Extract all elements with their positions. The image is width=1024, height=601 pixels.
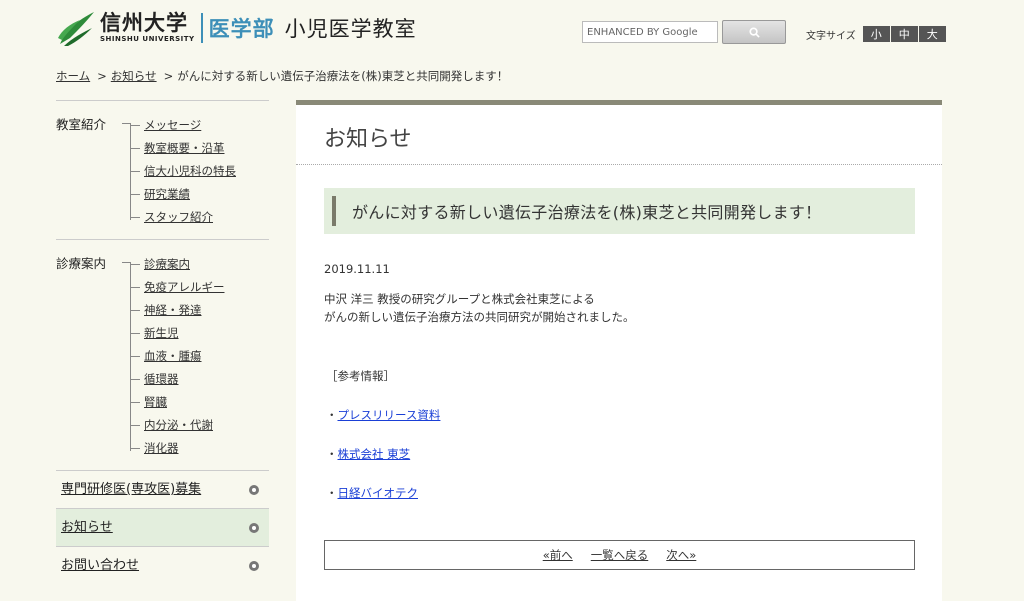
sidebar-link-nephrology[interactable]: 腎臓 bbox=[144, 395, 167, 409]
search-icon bbox=[748, 26, 760, 38]
sidebar-list: メッセージ 教室概要・沿革 信大小児科の特長 研究業績 スタッフ紹介 bbox=[122, 114, 269, 229]
sidebar-item: メッセージ bbox=[130, 114, 269, 137]
menu-item-news[interactable]: お知らせ bbox=[56, 508, 269, 546]
press-release-link[interactable]: プレスリリース資料 bbox=[338, 408, 441, 422]
sidebar-link-message[interactable]: メッセージ bbox=[144, 118, 201, 132]
site-logo[interactable]: 信州大学 SHINSHU UNIVERSITY 医学部 小児医学教室 bbox=[56, 6, 417, 50]
reference-heading: ［参考情報］ bbox=[326, 369, 395, 383]
lab-name: 小児医学教室 bbox=[284, 17, 417, 41]
sidebar-list: 診療案内 免疫アレルギー 神経・発達 新生児 血液・腫瘍 循環器 腎臓 内分泌・… bbox=[122, 253, 269, 460]
circle-arrow-icon bbox=[249, 561, 259, 571]
university-name-en: SHINSHU UNIVERSITY bbox=[100, 35, 195, 43]
circle-arrow-icon bbox=[249, 523, 259, 533]
font-size-small-button[interactable]: 小 bbox=[862, 26, 890, 42]
sidebar-group-clinical: 診療案内 診療案内 免疫アレルギー 神経・発達 新生児 血液・腫瘍 循環器 腎臓… bbox=[56, 240, 269, 470]
sidebar-item: 消化器 bbox=[130, 437, 269, 460]
font-size-switcher: 文字サイズ 小 中 大 bbox=[806, 26, 946, 42]
article-date: 2019.11.11 bbox=[324, 262, 390, 276]
menu-item-label: お知らせ bbox=[61, 520, 113, 535]
sidebar-item: 免疫アレルギー bbox=[130, 276, 269, 299]
sidebar-link-hematology[interactable]: 血液・腫瘍 bbox=[144, 349, 202, 363]
bullet: ・ bbox=[326, 486, 338, 500]
article-title-box: がんに対する新しい遺伝子治療法を(株)東芝と共同開発します！ bbox=[324, 188, 915, 234]
reference-item: ・株式会社 東芝 bbox=[326, 446, 410, 462]
shinshu-leaf-logo-icon bbox=[58, 12, 94, 46]
breadcrumb-current: がんに対する新しい遺伝子治療法を(株)東芝と共同開発します！ bbox=[177, 69, 509, 83]
article-pager: «前へ 一覧へ戻る 次へ» bbox=[324, 540, 915, 570]
article-title-bar bbox=[332, 196, 336, 226]
article-title: がんに対する新しい遺伝子治療法を(株)東芝と共同開発します！ bbox=[352, 203, 822, 222]
university-name: 信州大学 SHINSHU UNIVERSITY bbox=[100, 13, 195, 43]
article-body-line: がんの新しい遺伝子治療方法の共同研究が開始されました。 bbox=[324, 310, 635, 324]
pager-list-link[interactable]: 一覧へ戻る bbox=[591, 547, 649, 563]
sidebar-item: 循環器 bbox=[130, 368, 269, 391]
sidebar-item: 教室概要・沿革 bbox=[130, 137, 269, 160]
breadcrumb-separator: > bbox=[163, 69, 174, 83]
sidebar-item: 診療案内 bbox=[130, 253, 269, 276]
sidebar-link-neuro[interactable]: 神経・発達 bbox=[144, 303, 202, 317]
menu-item-contact[interactable]: お問い合わせ bbox=[56, 546, 269, 584]
breadcrumb-home-link[interactable]: ホーム bbox=[56, 68, 90, 84]
sidebar-link-overview[interactable]: 教室概要・沿革 bbox=[144, 141, 225, 155]
sidebar-link-clinical[interactable]: 診療案内 bbox=[144, 257, 190, 271]
menu-item-label: お問い合わせ bbox=[61, 558, 140, 573]
reference-item: ・日経バイオテク bbox=[326, 485, 418, 501]
sidebar: 教室紹介 メッセージ 教室概要・沿革 信大小児科の特長 研究業績 スタッフ紹介 … bbox=[56, 100, 269, 584]
search-input[interactable] bbox=[582, 21, 718, 43]
sidebar-item: 神経・発達 bbox=[130, 299, 269, 322]
sidebar-item: スタッフ紹介 bbox=[130, 206, 269, 229]
circle-arrow-icon bbox=[249, 485, 259, 495]
pager-prev-link[interactable]: «前へ bbox=[543, 547, 573, 563]
sidebar-main-menu: 専門研修医(専攻医)募集 お知らせ お問い合わせ bbox=[56, 470, 269, 584]
breadcrumb-separator: > bbox=[97, 69, 107, 83]
sidebar-link-neonatal[interactable]: 新生児 bbox=[144, 326, 179, 340]
department-name: 医学部 bbox=[208, 17, 275, 41]
bullet: ・ bbox=[326, 447, 338, 461]
sidebar-item: 信大小児科の特長 bbox=[130, 160, 269, 183]
sidebar-link-allergy[interactable]: 免疫アレルギー bbox=[144, 280, 225, 294]
reference-item: ・プレスリリース資料 bbox=[326, 407, 440, 423]
university-name-jp: 信州大学 bbox=[100, 11, 188, 35]
sidebar-link-features[interactable]: 信大小児科の特長 bbox=[144, 164, 236, 178]
page-title: お知らせ bbox=[324, 127, 412, 152]
sidebar-link-cardiology[interactable]: 循環器 bbox=[144, 372, 179, 386]
site-header: 信州大学 SHINSHU UNIVERSITY 医学部 小児医学教室 文字サイズ… bbox=[0, 0, 1024, 60]
menu-item-residency[interactable]: 専門研修医(専攻医)募集 bbox=[56, 470, 269, 508]
nikkei-biotech-link[interactable]: 日経バイオテク bbox=[338, 486, 419, 500]
sidebar-group-title: 診療案内 bbox=[56, 256, 107, 271]
article-body: 中沢 洋三 教授の研究グループと株式会社東芝による がんの新しい遺伝子治療方法の… bbox=[324, 290, 635, 326]
font-size-medium-button[interactable]: 中 bbox=[890, 26, 918, 42]
breadcrumb: ホーム > お知らせ > がんに対する新しい遺伝子治療法を(株)東芝と共同開発し… bbox=[56, 68, 508, 84]
sidebar-item: 新生児 bbox=[130, 322, 269, 345]
sidebar-item: 内分泌・代謝 bbox=[130, 414, 269, 437]
article-body-line: 中沢 洋三 教授の研究グループと株式会社東芝による bbox=[324, 292, 595, 306]
page-title-area: お知らせ bbox=[296, 105, 942, 165]
logo-divider bbox=[200, 13, 203, 43]
breadcrumb-news-link[interactable]: お知らせ bbox=[111, 68, 157, 84]
sidebar-link-gastro[interactable]: 消化器 bbox=[144, 441, 179, 455]
search-button[interactable] bbox=[722, 20, 786, 44]
toshiba-link[interactable]: 株式会社 東芝 bbox=[338, 447, 411, 461]
menu-item-label: 専門研修医(専攻医)募集 bbox=[61, 482, 202, 497]
font-size-label: 文字サイズ bbox=[806, 30, 856, 42]
site-search bbox=[582, 20, 786, 44]
sidebar-group-about: 教室紹介 メッセージ 教室概要・沿革 信大小児科の特長 研究業績 スタッフ紹介 bbox=[56, 101, 269, 239]
sidebar-link-staff[interactable]: スタッフ紹介 bbox=[144, 210, 213, 224]
sidebar-item: 腎臓 bbox=[130, 391, 269, 414]
bullet: ・ bbox=[326, 408, 338, 422]
sidebar-item: 研究業績 bbox=[130, 183, 269, 206]
font-size-large-button[interactable]: 大 bbox=[918, 26, 946, 42]
pager-next-link[interactable]: 次へ» bbox=[666, 547, 696, 563]
sidebar-item: 血液・腫瘍 bbox=[130, 345, 269, 368]
sidebar-link-research[interactable]: 研究業績 bbox=[144, 187, 190, 201]
main-content: お知らせ がんに対する新しい遺伝子治療法を(株)東芝と共同開発します！ 2019… bbox=[296, 100, 942, 601]
sidebar-group-title: 教室紹介 bbox=[56, 117, 107, 132]
sidebar-link-endocrinology[interactable]: 内分泌・代謝 bbox=[144, 418, 213, 432]
